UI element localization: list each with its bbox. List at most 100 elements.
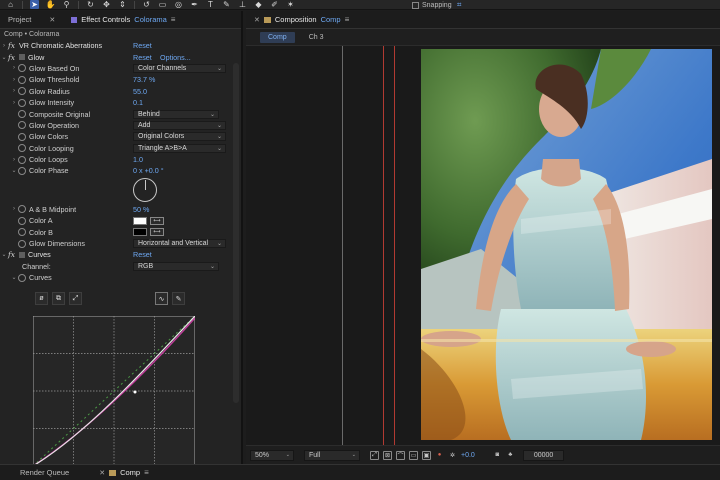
- channel-dropdown[interactable]: RGB ⌄: [133, 261, 219, 271]
- close-icon[interactable]: ✕: [254, 16, 260, 24]
- curve-control-point[interactable]: [133, 390, 137, 394]
- effect-curves[interactable]: ⌄ fx Curves Reset: [0, 249, 241, 260]
- property-row[interactable]: › Glow Intensity 0.1: [0, 97, 241, 108]
- home-icon[interactable]: ⌂: [6, 0, 15, 9]
- stopwatch-icon[interactable]: [18, 75, 26, 84]
- property-dropdown[interactable]: Color Channels ⌄: [133, 63, 226, 73]
- snapping-toggle[interactable]: Snapping ⌗: [412, 0, 464, 10]
- expand-arrow-icon[interactable]: ›: [10, 100, 18, 106]
- property-row[interactable]: Color B ⟷: [0, 226, 241, 237]
- bezier-curve-icon[interactable]: ∿: [155, 292, 168, 305]
- type-tool-icon[interactable]: T: [206, 0, 215, 9]
- guides-icon[interactable]: ▣: [422, 450, 431, 460]
- expand-arrow-icon[interactable]: ›: [10, 88, 18, 94]
- collapse-arrow-icon[interactable]: ⌄: [0, 54, 8, 61]
- property-value[interactable]: 0 x +0.0 °: [133, 166, 164, 175]
- tab-render-queue[interactable]: Render Queue: [0, 465, 77, 480]
- reset-link[interactable]: Reset: [133, 250, 152, 259]
- collapse-arrow-icon[interactable]: ⌄: [0, 251, 8, 258]
- property-row[interactable]: › Color Loops 1.0: [0, 154, 241, 165]
- transparency-grid-icon[interactable]: ⊠: [383, 450, 392, 460]
- reset-link[interactable]: Reset: [133, 53, 152, 62]
- stopwatch-icon[interactable]: [18, 205, 26, 214]
- tab-project[interactable]: Project: [0, 11, 39, 29]
- eraser-tool-icon[interactable]: ◆: [254, 0, 263, 9]
- dolly-tool-icon[interactable]: ⇕: [118, 0, 127, 9]
- stopwatch-icon[interactable]: [18, 228, 26, 237]
- color-channels-icon[interactable]: ●: [435, 451, 444, 460]
- expand-arrow-icon[interactable]: ›: [0, 43, 8, 49]
- composition-viewer[interactable]: [246, 46, 720, 445]
- tab-effect-controls[interactable]: Effect Controls Colorama ≡: [63, 11, 183, 29]
- save-curve-icon[interactable]: ⤢: [69, 292, 82, 305]
- panel-menu-icon[interactable]: ≡: [171, 15, 176, 24]
- collapse-arrow-icon[interactable]: ⌄: [10, 274, 18, 281]
- orbit-tool-icon[interactable]: ↻: [86, 0, 95, 9]
- show-snapshot-icon[interactable]: ♣: [506, 451, 515, 460]
- mask-visibility-icon[interactable]: ⌒: [396, 450, 405, 460]
- fast-previews-icon[interactable]: ⤢: [370, 450, 379, 460]
- tab-composition[interactable]: ✕ Composition Comp ≡: [246, 11, 357, 29]
- stopwatch-icon[interactable]: [18, 110, 26, 119]
- curves-graph[interactable]: [33, 316, 195, 464]
- fx-icon[interactable]: fx: [8, 250, 19, 259]
- resolution-dropdown[interactable]: Full ⌄: [304, 449, 360, 461]
- region-of-interest-icon[interactable]: ▭: [409, 450, 418, 460]
- color-a-swatch[interactable]: [133, 216, 147, 225]
- camera-tool-icon[interactable]: ▭: [158, 0, 167, 9]
- snapshot-camera-icon[interactable]: ◙: [493, 451, 502, 460]
- property-value[interactable]: 1.0: [133, 155, 143, 164]
- panel-lock-icon[interactable]: [71, 16, 78, 23]
- reset-link[interactable]: Reset: [133, 41, 152, 50]
- stopwatch-icon[interactable]: [18, 98, 26, 107]
- panel-menu-icon[interactable]: ≡: [144, 468, 149, 477]
- brush-tool-icon[interactable]: ✎: [222, 0, 231, 9]
- collapse-arrow-icon[interactable]: ⌄: [10, 167, 18, 174]
- property-value[interactable]: 50 %: [133, 205, 149, 214]
- selection-tool-icon[interactable]: ➤: [30, 0, 39, 9]
- stopwatch-icon[interactable]: [18, 273, 26, 282]
- zoom-tool-icon[interactable]: ⚲: [62, 0, 71, 9]
- property-row[interactable]: › A & B Midpoint 50 %: [0, 204, 241, 215]
- property-dropdown[interactable]: Triangle A>B>A ⌄: [133, 143, 226, 153]
- exposure-value[interactable]: +0.0: [461, 452, 475, 459]
- property-row[interactable]: ⌄ Color Phase 0 x +0.0 °: [0, 165, 241, 176]
- curves-sub-row[interactable]: ⌄ Curves: [0, 272, 241, 283]
- zoom-dropdown[interactable]: 50% ⌄: [250, 449, 294, 461]
- close-icon[interactable]: ✕: [49, 16, 55, 24]
- pan-tool-icon[interactable]: ✥: [102, 0, 111, 9]
- stamp-tool-icon[interactable]: ⊥: [238, 0, 247, 9]
- open-curve-icon[interactable]: ⧉: [52, 292, 65, 305]
- property-dropdown[interactable]: Behind ⌄: [133, 109, 219, 119]
- stopwatch-icon[interactable]: [18, 121, 26, 130]
- comp-flow-tab[interactable]: Comp: [260, 31, 295, 43]
- reset-curve-icon[interactable]: ø: [35, 292, 48, 305]
- tab-close[interactable]: ✕: [39, 11, 63, 29]
- expand-arrow-icon[interactable]: ›: [10, 65, 18, 71]
- snap-options-icon[interactable]: ⌗: [455, 1, 464, 10]
- options-link[interactable]: Options...: [160, 53, 191, 62]
- property-dropdown[interactable]: Original Colors ⌄: [133, 132, 226, 142]
- property-value[interactable]: 73.7 %: [133, 75, 155, 84]
- pencil-curve-icon[interactable]: ✎: [172, 292, 185, 305]
- phase-dial[interactable]: [133, 177, 157, 202]
- close-icon[interactable]: ✕: [99, 469, 105, 477]
- property-value[interactable]: 55.0: [133, 87, 147, 96]
- roto-brush-tool-icon[interactable]: ✐: [270, 0, 279, 9]
- property-row[interactable]: Color Looping Triangle A>B>A ⌄: [0, 143, 241, 154]
- expand-arrow-icon[interactable]: ›: [10, 157, 18, 163]
- stopwatch-icon[interactable]: [18, 87, 26, 96]
- pan-behind-tool-icon[interactable]: ◎: [174, 0, 183, 9]
- property-row[interactable]: Composite Original Behind ⌄: [0, 108, 241, 119]
- property-row[interactable]: Glow Colors Original Colors ⌄: [0, 131, 241, 142]
- property-dropdown[interactable]: Add ⌄: [133, 120, 226, 130]
- tab-timeline-comp[interactable]: ✕ Comp ≡: [91, 465, 157, 480]
- channel-tab[interactable]: Ch 3: [301, 32, 332, 43]
- stopwatch-icon[interactable]: [18, 216, 26, 225]
- property-row[interactable]: › Glow Radius 55.0: [0, 86, 241, 97]
- color-b-swatch[interactable]: [133, 228, 147, 237]
- effect-vr-chromatic[interactable]: › fx VR Chromatic Aberrations Reset: [0, 40, 241, 51]
- property-row[interactable]: Glow Operation Add ⌄: [0, 120, 241, 131]
- fx-icon[interactable]: fx: [8, 53, 19, 62]
- stopwatch-icon[interactable]: [18, 239, 26, 248]
